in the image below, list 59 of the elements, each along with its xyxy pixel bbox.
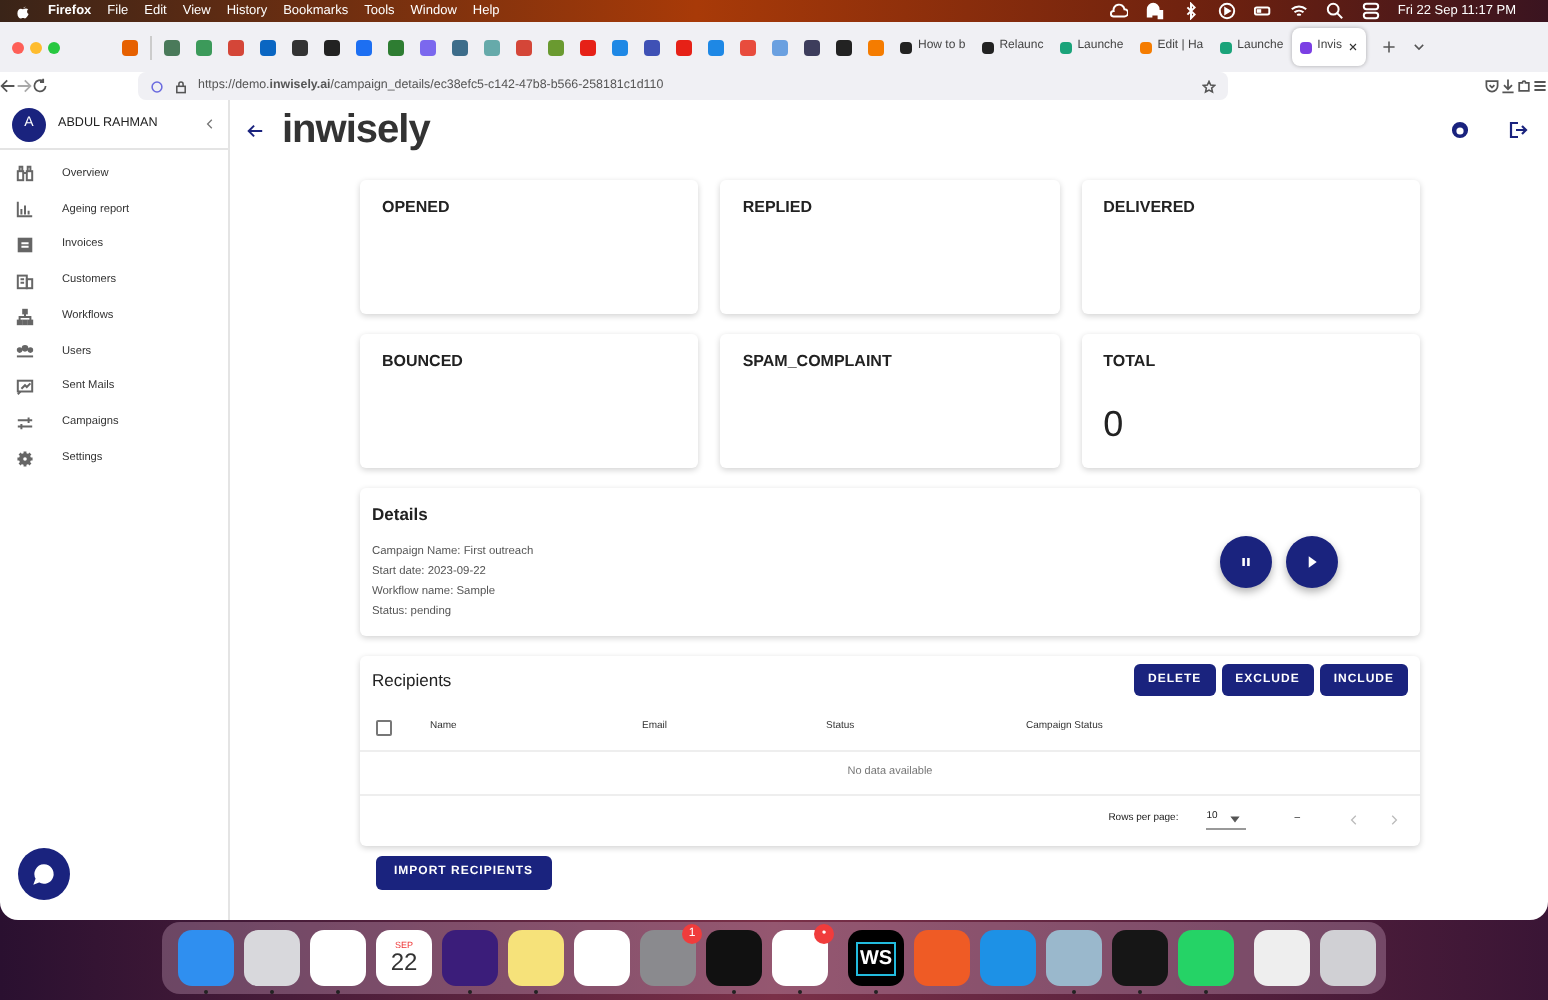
puzzle-piece-icon[interactable] (1516, 78, 1532, 94)
close-icon[interactable] (1348, 42, 1359, 52)
back-arrow-icon[interactable] (246, 121, 264, 139)
chevron-down-icon[interactable] (1412, 40, 1427, 54)
play-icon (1304, 554, 1320, 570)
app-icon-label: WS (855, 941, 897, 975)
favicon-icon[interactable] (804, 39, 820, 55)
back-arrow-icon[interactable] (0, 78, 16, 94)
star-icon[interactable] (1202, 79, 1216, 93)
pause-icon (1238, 554, 1254, 570)
shield-icon (150, 79, 164, 93)
play-button[interactable] (1286, 536, 1338, 588)
elephant-icon[interactable] (1145, 2, 1164, 20)
search-icon[interactable] (1325, 2, 1344, 20)
calendar-day: 22 (390, 950, 418, 975)
binoculars-icon (16, 164, 34, 183)
speech-bubble-icon (32, 862, 56, 886)
stat-label: REPLIED (742, 196, 814, 220)
gear-icon (16, 449, 34, 468)
close-window-button[interactable] (12, 41, 24, 53)
stat-value: 0 (1103, 402, 1126, 448)
plus-icon[interactable] (1382, 40, 1397, 54)
menu-icon[interactable] (1532, 78, 1548, 94)
favicon-icon[interactable] (644, 39, 660, 55)
sliders-icon (16, 413, 34, 432)
pocket-icon[interactable] (1484, 78, 1500, 94)
card-title: Recipients (372, 667, 454, 693)
cloud-icon[interactable] (1109, 2, 1128, 20)
chart-screen-icon (16, 378, 34, 397)
building-icon (16, 271, 34, 290)
pause-button[interactable] (1220, 536, 1272, 588)
people-icon (16, 342, 34, 361)
logo-wordmark: inwisely (282, 110, 430, 150)
favicon-icon[interactable] (324, 39, 340, 55)
chat-button[interactable] (18, 848, 70, 900)
control-center-icon[interactable] (1361, 2, 1380, 20)
wifi-icon[interactable] (1289, 2, 1308, 20)
favicon-icon[interactable] (292, 39, 308, 55)
bluetooth-icon[interactable] (1181, 2, 1200, 20)
stat-label: DELIVERED (1103, 196, 1197, 220)
play-circle-icon[interactable] (1217, 2, 1236, 20)
card-title: Details (372, 502, 430, 528)
battery-icon[interactable] (1253, 2, 1272, 20)
select-all-checkbox[interactable] (376, 719, 392, 735)
stat-label: BOUNCED (382, 350, 465, 374)
caret-down-icon (1229, 813, 1240, 823)
collapse-chevron-icon[interactable] (204, 118, 216, 130)
stat-label: OPENED (382, 196, 452, 220)
favicon-icon[interactable] (836, 39, 852, 55)
lock-icon (174, 79, 188, 93)
stat-label: SPAM_COMPLAINT (742, 350, 894, 374)
download-icon[interactable] (1500, 78, 1516, 94)
logout-icon[interactable] (1508, 120, 1528, 140)
stat-label: TOTAL (1103, 350, 1158, 374)
org-chart-icon (16, 307, 34, 326)
reload-icon[interactable] (32, 78, 48, 94)
bar-chart-icon (16, 200, 34, 219)
apple-logo-icon[interactable] (16, 3, 30, 19)
document-icon (16, 235, 34, 254)
